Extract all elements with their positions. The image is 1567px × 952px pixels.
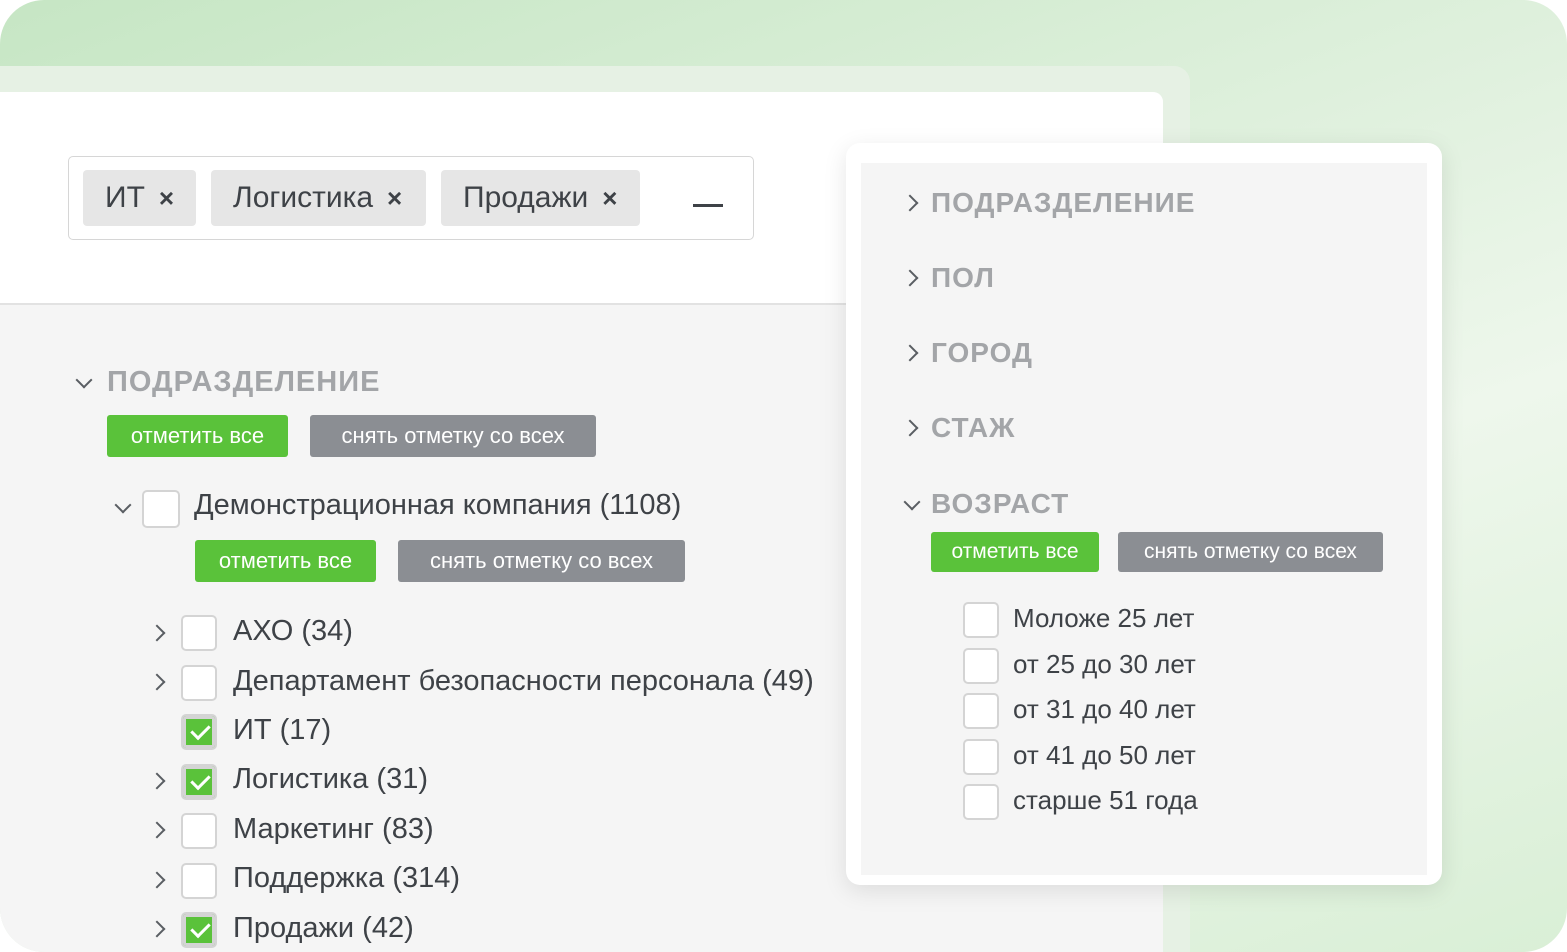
tag-label: Продажи — [463, 181, 589, 214]
age-select-all-button[interactable]: отметить все — [931, 532, 1099, 572]
age-option-label: от 31 до 40 лет — [1013, 694, 1196, 724]
checkbox-age-25-30[interactable] — [963, 648, 999, 684]
dept-label-it: ИТ (17) — [233, 714, 332, 746]
dept-label-aho: АХО (34) — [233, 615, 353, 647]
dept-label-sales: Продажи (42) — [233, 912, 414, 944]
age-option-label: Моложе 25 лет — [1013, 603, 1195, 633]
age-option-label: от 41 до 50 лет — [1013, 740, 1196, 770]
tag-sales[interactable]: Продажи × — [441, 170, 640, 226]
remove-tag-icon[interactable]: × — [159, 183, 174, 214]
chevron-right-icon[interactable] — [901, 269, 919, 287]
tag-label: ИТ — [105, 181, 145, 214]
checkbox-sales[interactable] — [181, 912, 217, 948]
tag-logistics[interactable]: Логистика × — [211, 170, 426, 226]
section-age[interactable]: ВОЗРАСТ — [931, 488, 1069, 520]
section-gender[interactable]: ПОЛ — [931, 262, 995, 294]
chevron-right-icon[interactable] — [148, 624, 166, 642]
checkbox-it[interactable] — [181, 714, 217, 750]
selected-tags-field[interactable]: ИТ × Логистика × Продажи × — [68, 156, 754, 240]
filter-popup-body: ПОДРАЗДЕЛЕНИЕ ПОЛ ГОРОД СТАЖ ВОЗРАСТ отм… — [861, 163, 1427, 875]
chevron-right-icon[interactable] — [148, 673, 166, 691]
tag-label: Логистика — [233, 181, 374, 214]
section-city[interactable]: ГОРОД — [931, 337, 1033, 369]
section-title-department[interactable]: ПОДРАЗДЕЛЕНИЕ — [107, 366, 380, 399]
remove-tag-icon[interactable]: × — [602, 183, 617, 214]
dept-label-marketing: Маркетинг (83) — [233, 813, 434, 845]
select-all-button[interactable]: отметить все — [107, 415, 288, 457]
chevron-right-icon[interactable] — [148, 821, 166, 839]
dept-label-support: Поддержка (314) — [233, 862, 461, 894]
chevron-down-icon[interactable] — [75, 371, 93, 389]
section-tenure[interactable]: СТАЖ — [931, 412, 1015, 444]
checkbox-logistics[interactable] — [181, 764, 217, 800]
company-deselect-all-button[interactable]: снять отметку со всех — [398, 540, 685, 582]
filter-popup: ПОДРАЗДЕЛЕНИЕ ПОЛ ГОРОД СТАЖ ВОЗРАСТ отм… — [846, 143, 1442, 885]
chevron-down-icon[interactable] — [114, 496, 132, 514]
checkbox-support[interactable] — [181, 863, 217, 899]
chevron-right-icon[interactable] — [148, 772, 166, 790]
checkbox-age-31-40[interactable] — [963, 693, 999, 729]
company-select-all-button[interactable]: отметить все — [195, 540, 376, 582]
age-option-label: старше 51 года — [1013, 785, 1198, 815]
checkbox-marketing[interactable] — [181, 813, 217, 849]
chevron-right-icon[interactable] — [901, 194, 919, 212]
chevron-right-icon[interactable] — [901, 344, 919, 362]
age-option-label: от 25 до 30 лет — [1013, 649, 1196, 679]
company-checkbox[interactable] — [142, 490, 180, 528]
background: ИТ × Логистика × Продажи × ПОДРАЗДЕЛЕНИЕ… — [0, 0, 1567, 952]
remove-tag-icon[interactable]: × — [387, 183, 402, 214]
chevron-right-icon[interactable] — [148, 920, 166, 938]
checkbox-aho[interactable] — [181, 615, 217, 651]
chevron-right-icon[interactable] — [148, 871, 166, 889]
checkbox-age-under-25[interactable] — [963, 602, 999, 638]
tag-it[interactable]: ИТ × — [83, 170, 196, 226]
chevron-down-icon[interactable] — [903, 493, 921, 511]
deselect-all-button[interactable]: снять отметку со всех — [310, 415, 596, 457]
checkbox-age-over-51[interactable] — [963, 784, 999, 820]
company-label: Демонстрационная компания (1108) — [194, 489, 682, 521]
dept-label-security: Департамент безопасности персонала (49) — [233, 665, 814, 697]
age-deselect-all-button[interactable]: снять отметку со всех — [1118, 532, 1383, 572]
checkbox-security[interactable] — [181, 665, 217, 701]
checkbox-age-41-50[interactable] — [963, 739, 999, 775]
collapse-icon[interactable] — [693, 204, 723, 207]
section-department[interactable]: ПОДРАЗДЕЛЕНИЕ — [931, 187, 1195, 219]
dept-label-logistics: Логистика (31) — [233, 763, 428, 795]
chevron-right-icon[interactable] — [901, 419, 919, 437]
